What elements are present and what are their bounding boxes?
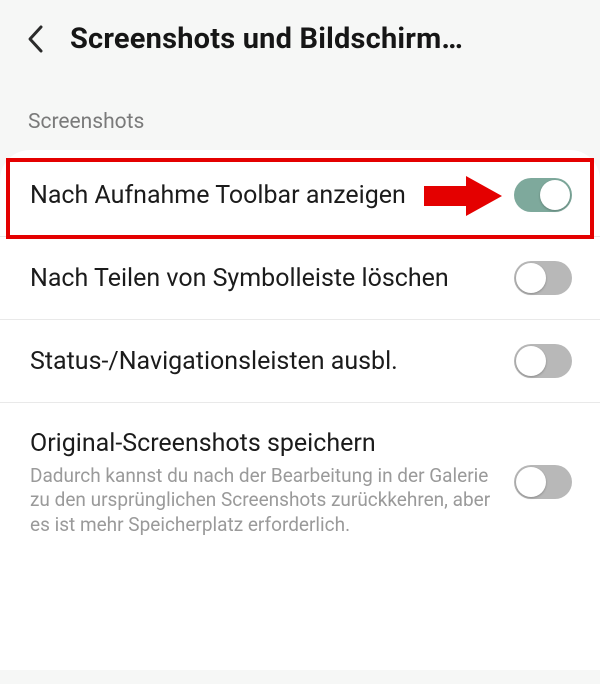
row-label: Original-Screenshots speichern [30, 427, 498, 460]
toggle-hide-status-nav[interactable] [514, 344, 572, 378]
back-icon[interactable] [20, 23, 52, 55]
setting-row-show-toolbar[interactable]: Nach Aufnahme Toolbar anzeigen [0, 154, 600, 237]
toggle-save-original[interactable] [514, 465, 572, 499]
section-header-screenshots: Screenshots [0, 82, 600, 150]
setting-row-show-toolbar-wrap: Nach Aufnahme Toolbar anzeigen [0, 154, 600, 237]
row-label: Status-/Navigationsleisten ausbl. [30, 345, 498, 378]
toggle-knob [516, 467, 546, 497]
settings-card: Nach Aufnahme Toolbar anzeigen Nach Teil… [0, 150, 600, 670]
row-text: Status-/Navigationsleisten ausbl. [30, 345, 498, 378]
row-text: Nach Teilen von Symbolleiste löschen [30, 262, 498, 295]
setting-row-save-original[interactable]: Original-Screenshots speichern Dadurch k… [0, 403, 600, 561]
toggle-knob [516, 346, 546, 376]
row-desc: Dadurch kannst du nach der Bearbeitung i… [30, 464, 498, 537]
row-text: Original-Screenshots speichern Dadurch k… [30, 427, 498, 537]
row-label: Nach Aufnahme Toolbar anzeigen [30, 179, 498, 212]
row-label: Nach Teilen von Symbolleiste löschen [30, 262, 498, 295]
app-header: Screenshots und Bildschirm… [0, 0, 600, 82]
toggle-show-toolbar[interactable] [514, 178, 572, 212]
toggle-knob [516, 263, 546, 293]
setting-row-delete-after-share[interactable]: Nach Teilen von Symbolleiste löschen [0, 237, 600, 320]
toggle-knob [540, 180, 570, 210]
row-text: Nach Aufnahme Toolbar anzeigen [30, 179, 498, 212]
toggle-delete-after-share[interactable] [514, 261, 572, 295]
setting-row-hide-status-nav[interactable]: Status-/Navigationsleisten ausbl. [0, 320, 600, 403]
page-title: Screenshots und Bildschirm… [70, 22, 463, 56]
